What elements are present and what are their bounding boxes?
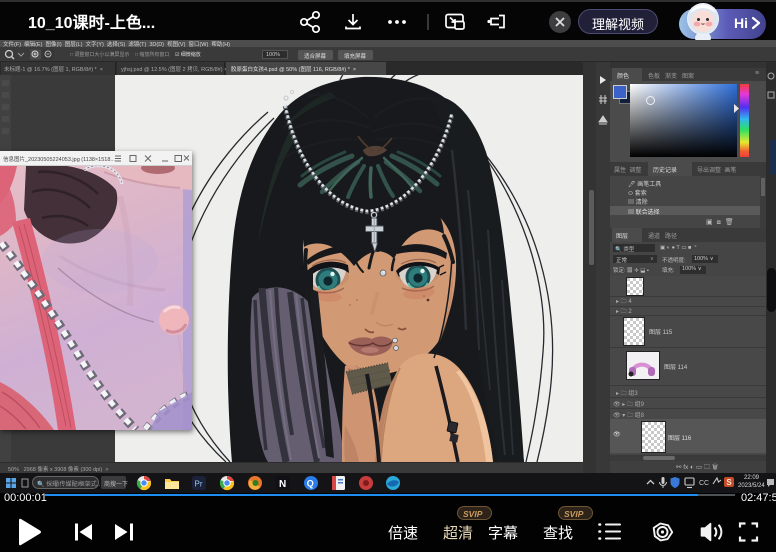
svg-text:N: N xyxy=(279,479,286,490)
svg-text:S: S xyxy=(726,478,732,487)
svg-text:Q: Q xyxy=(307,479,314,489)
svg-text:CC: CC xyxy=(699,480,709,487)
svg-text:Pr: Pr xyxy=(195,480,203,489)
